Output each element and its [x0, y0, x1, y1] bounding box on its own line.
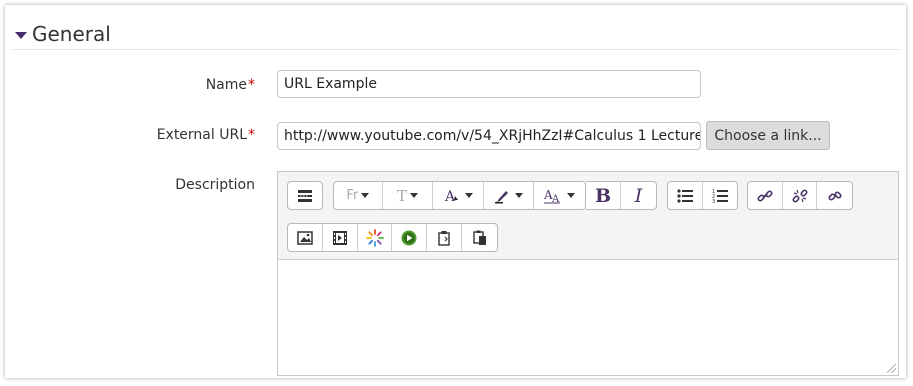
unlink-icon: [791, 188, 808, 203]
play-circle-icon: [401, 230, 417, 245]
clipboard-file-icon: [438, 230, 450, 246]
highlight-button[interactable]: [484, 182, 535, 209]
chain-icon: [828, 190, 842, 201]
required-mark: *: [248, 77, 255, 93]
section-title: General: [32, 22, 111, 46]
svg-text:3: 3: [712, 199, 715, 204]
external-url-label: External URL*: [5, 127, 255, 143]
section-divider: [12, 49, 899, 50]
sunburst-icon: [365, 228, 384, 247]
general-fieldset: General Name* URL Example External URL* …: [5, 5, 906, 378]
chevron-down-icon: [361, 193, 370, 198]
toolbar-toggle-button[interactable]: [288, 182, 322, 209]
font-size-label: T: [396, 186, 407, 205]
chevron-down-icon: [515, 193, 524, 198]
unordered-list-button[interactable]: [668, 182, 703, 209]
chevron-down-icon: [464, 193, 473, 198]
media-plugin-button[interactable]: [358, 224, 393, 251]
numbered-list-icon: 123: [712, 189, 728, 204]
insert-media-button[interactable]: [323, 224, 358, 251]
manage-files-button[interactable]: [427, 224, 463, 251]
svg-text:A: A: [444, 189, 456, 204]
name-input[interactable]: URL Example: [277, 70, 701, 98]
highlight-brush-icon: [495, 190, 509, 203]
toolbar-group-lists: 123: [667, 181, 738, 210]
video-plugin-button[interactable]: [392, 224, 428, 251]
chevron-down-icon: [409, 193, 418, 198]
font-family-button[interactable]: Fr: [334, 182, 383, 209]
description-textarea[interactable]: [278, 260, 898, 375]
collapse-triangle-icon[interactable]: [15, 31, 27, 39]
external-url-label-text: External URL: [156, 127, 247, 143]
toolbar-group-media: [287, 223, 498, 252]
link-button[interactable]: [748, 182, 783, 209]
name-label: Name*: [5, 77, 255, 93]
font-family-label: Fr: [346, 188, 359, 203]
bullet-list-icon: [677, 188, 693, 203]
required-mark: *: [248, 127, 255, 143]
choose-link-button[interactable]: Choose a link...: [706, 121, 830, 150]
external-url-input[interactable]: http://www.youtube.com/v/54_XRjHhZzI#Cal…: [277, 122, 701, 150]
text-style-button[interactable]: A A: [534, 182, 585, 209]
ordered-list-button[interactable]: 123: [703, 182, 738, 209]
editor-toolbar: Fr T A A A B I 1 2 3: [278, 172, 898, 260]
insert-image-button[interactable]: [288, 224, 323, 251]
paste-icon: [472, 230, 486, 245]
resize-handle[interactable]: [887, 364, 896, 373]
toolbar-group-toggle: [287, 181, 323, 210]
toolbar-group-links: [747, 181, 853, 210]
name-label-text: Name: [205, 77, 247, 93]
chevron-down-icon: [567, 193, 576, 198]
film-icon: [332, 230, 347, 245]
toolbar-toggle-icon: [298, 189, 312, 202]
link-icon: [757, 189, 773, 202]
font-color-icon: A: [444, 189, 458, 204]
toolbar-group-style: Fr T A A A: [333, 181, 586, 210]
paste-button[interactable]: [462, 224, 497, 251]
unlink-button[interactable]: [783, 182, 818, 209]
font-color-button[interactable]: A: [433, 182, 484, 209]
description-editor: Fr T A A A B I 1 2 3: [277, 171, 899, 376]
text-style-icon: A A: [544, 188, 561, 204]
image-icon: [297, 230, 313, 245]
description-label: Description: [175, 177, 255, 193]
bold-button[interactable]: B: [586, 182, 621, 209]
section-header[interactable]: General: [15, 19, 111, 49]
toolbar-group-format: B I: [586, 181, 657, 210]
manage-files-link-button[interactable]: [817, 182, 852, 209]
font-size-button[interactable]: T: [383, 182, 434, 209]
italic-button[interactable]: I: [621, 182, 656, 209]
